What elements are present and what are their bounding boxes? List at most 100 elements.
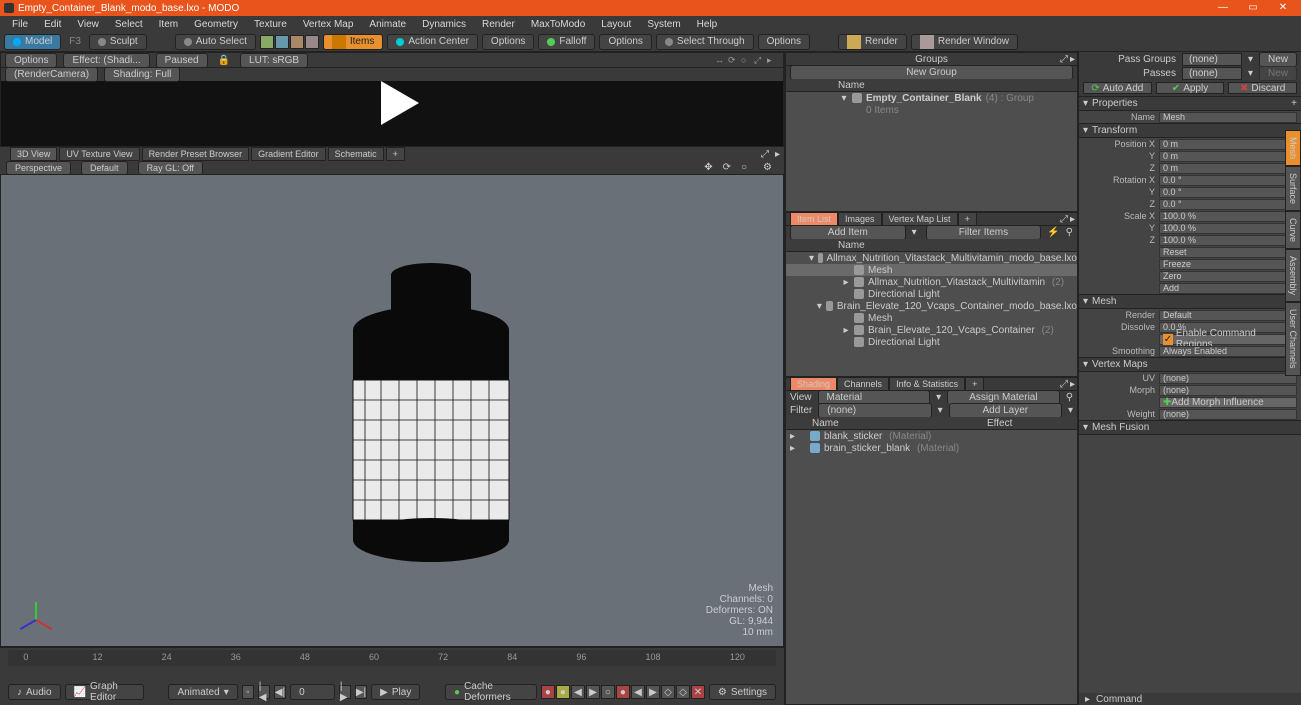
close-button[interactable]: ✕ [1277, 2, 1289, 14]
newgroup-button[interactable]: New Group [790, 65, 1073, 80]
menu-layout[interactable]: Layout [593, 17, 639, 32]
menu-view[interactable]: View [69, 17, 107, 32]
rp-options[interactable]: Options [5, 53, 57, 68]
scalez-field[interactable]: 100.0 % [1159, 235, 1287, 246]
rotx-field[interactable]: 0.0 ° [1159, 175, 1287, 186]
mesh-object[interactable] [351, 250, 521, 573]
vtab-curve[interactable]: Curve [1285, 211, 1301, 249]
additem-button[interactable]: Add Item [790, 225, 906, 240]
group-items-row[interactable]: 0 Items [786, 104, 1077, 116]
reset-dropdown[interactable]: Reset [1159, 247, 1297, 258]
search-icon[interactable]: ⚲ [1066, 227, 1073, 238]
grapheditor-button[interactable]: 📈Graph Editor [65, 684, 144, 700]
name-field[interactable]: Mesh [1159, 112, 1297, 123]
scalex-field[interactable]: 100.0 % [1159, 211, 1287, 222]
audio-button[interactable]: ♪Audio [8, 684, 61, 700]
vtab-userchannels[interactable]: User Channels [1285, 302, 1301, 376]
play-icon[interactable] [381, 81, 419, 125]
key-icon[interactable]: ◦ [242, 685, 254, 699]
new-pass-button-2[interactable]: New [1259, 66, 1297, 81]
item-row[interactable]: Directional Light [786, 288, 1077, 300]
group-row[interactable]: ▾ Empty_Container_Blank(4) : Group [786, 92, 1077, 104]
next-frame-button[interactable]: |▶ [339, 685, 351, 699]
options-button-1[interactable]: Options [482, 34, 534, 50]
items-tab[interactable]: Items [323, 34, 383, 50]
tab-info[interactable]: Info & Statistics [889, 377, 965, 391]
goto-end-button[interactable]: ▶| [355, 685, 367, 699]
scaley-field[interactable]: 100.0 % [1159, 223, 1287, 234]
menu-animate[interactable]: Animate [361, 17, 414, 32]
tab-itemlist[interactable]: Item List [790, 212, 838, 226]
menu-file[interactable]: File [4, 17, 36, 32]
tab-3dview[interactable]: 3D View [10, 147, 57, 161]
menu-select[interactable]: Select [107, 17, 151, 32]
item-row[interactable]: Directional Light [786, 336, 1077, 348]
tab-add[interactable]: + [386, 147, 405, 161]
ecr-checkbox[interactable]: ✓Enable Command Regions [1159, 334, 1297, 345]
options-button-3[interactable]: Options [758, 34, 810, 50]
tab-add[interactable]: + [958, 212, 977, 226]
tab-vertexmaplist[interactable]: Vertex Map List [882, 212, 958, 226]
filter-dropdown[interactable]: (none) [818, 403, 931, 418]
maximize-icon[interactable]: ⤢ [761, 149, 769, 160]
rp-lut[interactable]: LUT: sRGB [240, 53, 308, 68]
menu-item[interactable]: Item [151, 17, 186, 32]
posy-field[interactable]: 0 m [1159, 151, 1287, 162]
tab-channels[interactable]: Channels [837, 377, 889, 391]
morph-dropdown[interactable]: (none) [1159, 385, 1297, 396]
rp-corner-icons[interactable]: ↔⟳○⤢▸ [715, 55, 777, 65]
add-dropdown[interactable]: Add [1159, 283, 1297, 294]
new-pass-button[interactable]: New [1259, 52, 1297, 67]
vtab-surface[interactable]: Surface [1285, 166, 1301, 211]
smoothing-dropdown[interactable]: Always Enabled [1159, 346, 1297, 357]
filter-icon[interactable]: ⚡ [1047, 227, 1059, 238]
weight-dropdown[interactable]: (none) [1159, 409, 1297, 420]
posx-field[interactable]: 0 m [1159, 139, 1287, 150]
settings-button[interactable]: ⚙Settings [709, 684, 776, 700]
render-button[interactable]: Render [838, 34, 907, 50]
detach-icon[interactable]: ▸ [1070, 54, 1075, 65]
tab-add[interactable]: + [965, 377, 984, 391]
freeze-dropdown[interactable]: Freeze [1159, 259, 1297, 270]
options-button-2[interactable]: Options [599, 34, 651, 50]
prev-frame-button[interactable]: ◀| [274, 685, 286, 699]
tab-gradienteditor[interactable]: Gradient Editor [251, 147, 326, 161]
passgroups-dropdown[interactable]: (none) [1182, 53, 1242, 66]
item-row[interactable]: Mesh [786, 264, 1077, 276]
tab-presetbrowser[interactable]: Render Preset Browser [142, 147, 250, 161]
tab-uvview[interactable]: UV Texture View [59, 147, 139, 161]
passes-dropdown[interactable]: (none) [1182, 67, 1242, 80]
addlayer-button[interactable]: Add Layer [949, 403, 1062, 418]
discard-button[interactable]: ✖Discard [1228, 82, 1297, 94]
item-row[interactable]: Mesh [786, 312, 1077, 324]
component-mode-icons[interactable] [260, 35, 319, 49]
item-row[interactable]: ▾Allmax_Nutrition_Vitastack_Multivitamin… [786, 252, 1077, 264]
selectthrough-button[interactable]: Select Through [656, 34, 754, 50]
zero-dropdown[interactable]: Zero [1159, 271, 1297, 282]
render-preview[interactable]: Options Effect: (Shadi... Paused 🔒 LUT: … [0, 52, 784, 147]
item-row[interactable]: ▾Brain_Elevate_120_Vcaps_Container_modo_… [786, 300, 1077, 312]
menu-help[interactable]: Help [689, 17, 726, 32]
autoselect-button[interactable]: Auto Select [175, 34, 256, 50]
vtab-mesh[interactable]: Mesh [1285, 130, 1301, 166]
item-row[interactable]: ▸Allmax_Nutrition_Vitastack_Multivitamin… [786, 276, 1077, 288]
command-field[interactable]: Command [1096, 694, 1142, 705]
shading-row[interactable]: ▸blank_sticker (Material) [786, 430, 1077, 442]
menu-dynamics[interactable]: Dynamics [414, 17, 474, 32]
filteritems-field[interactable]: Filter Items [926, 225, 1042, 240]
frame-field[interactable]: 0 [290, 684, 335, 700]
vp-perspective[interactable]: Perspective [6, 161, 71, 175]
posz-field[interactable]: 0 m [1159, 163, 1287, 174]
shading-row[interactable]: ▸brain_sticker_blank (Material) [786, 442, 1077, 454]
key-tools[interactable]: ●●◀▶ ○●◀▶ ◇◇✕ [541, 685, 705, 699]
menu-edit[interactable]: Edit [36, 17, 69, 32]
play-button[interactable]: ▶Play [371, 684, 420, 700]
rp-shading[interactable]: Shading: Full [104, 67, 180, 82]
minimize-button[interactable]: — [1217, 2, 1229, 14]
rp-paused[interactable]: Paused [156, 53, 208, 68]
menu-render[interactable]: Render [474, 17, 523, 32]
maximize-icon[interactable]: ⤢ [1060, 54, 1068, 65]
detach-icon[interactable]: ▸ [775, 149, 780, 160]
rp-camera[interactable]: (RenderCamera) [5, 67, 98, 82]
timeline-ruler[interactable]: 0 12 24 36 48 60 72 84 96 108 120 [8, 650, 776, 666]
